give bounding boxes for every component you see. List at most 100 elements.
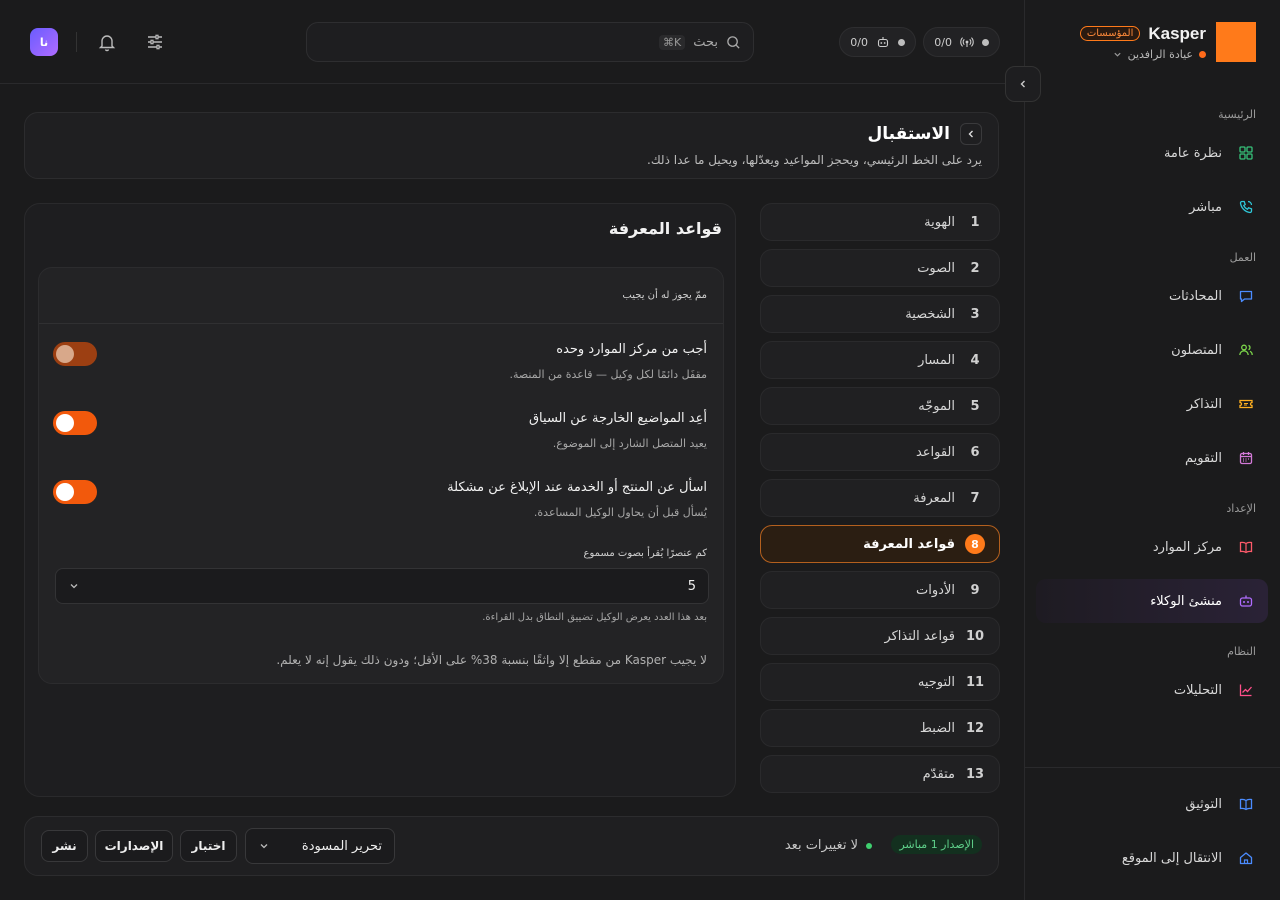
wizard-step[interactable]: 13 متقدّم bbox=[760, 755, 1000, 793]
confidence-note: لا يجيب Kasper من مقطع إلا واثقًا بنسبة … bbox=[276, 653, 707, 667]
sidebar-nav: الرئيسية نظرة عامة مباشر العمل المحادثات… bbox=[1036, 96, 1268, 722]
divider bbox=[76, 32, 77, 52]
wizard-step[interactable]: 4 المسار bbox=[760, 341, 1000, 379]
step-label: القواعد bbox=[915, 444, 955, 460]
wizard-step[interactable]: 10 قواعد التذاكر bbox=[760, 617, 1000, 655]
chevron-down-icon bbox=[1113, 50, 1122, 59]
workspace-switcher[interactable]: عيادة الرافدين bbox=[1080, 48, 1206, 61]
items-read-aloud-select[interactable]: 5 bbox=[55, 568, 709, 604]
wizard-step[interactable]: 1 الهوية bbox=[760, 203, 1000, 241]
step-number: 10 bbox=[965, 628, 985, 644]
sidebar-item[interactable]: منشئ الوكلاء bbox=[1036, 579, 1268, 623]
calendar-icon bbox=[1236, 448, 1256, 468]
version-badge: الإصدار 1 مباشر bbox=[891, 835, 982, 854]
sidebar: Kasper المؤسسات عيادة الرافدين الرئيسية … bbox=[1024, 0, 1280, 900]
bots-pill[interactable]: 0/0 bbox=[839, 27, 916, 57]
agent-header: الاستقبال يرد على الخط الرئيسي، ويحجز ال… bbox=[24, 112, 999, 179]
bots-count: 0/0 bbox=[850, 35, 868, 49]
status-dot bbox=[866, 842, 872, 849]
search-shortcut: ⌘K bbox=[659, 34, 686, 50]
versions-button[interactable]: الإصدارات bbox=[95, 830, 173, 862]
test-button[interactable]: اختبار bbox=[180, 830, 237, 862]
step-label: الأدوات bbox=[916, 582, 955, 598]
status-dot bbox=[982, 38, 989, 46]
wizard-step[interactable]: 7 المعرفة bbox=[760, 479, 1000, 517]
back-button[interactable] bbox=[960, 123, 982, 145]
wizard-step[interactable]: 12 الضبط bbox=[760, 709, 1000, 747]
chevron-left-icon bbox=[1020, 80, 1025, 88]
home-icon bbox=[1236, 848, 1256, 868]
resource-center-only-toggle[interactable] bbox=[53, 342, 97, 366]
topbar: 0/0 0/0 بحث ⌘K نا bbox=[0, 0, 1024, 84]
step-label: الهوية bbox=[924, 214, 955, 230]
step-label: الصوت bbox=[917, 260, 955, 276]
wizard-step[interactable]: 8 قواعد المعرفة bbox=[760, 525, 1000, 563]
workspace-status-dot bbox=[1199, 50, 1206, 58]
sidebar-item-label: التذاكر bbox=[1186, 396, 1222, 412]
option-title: أعِد المواضيع الخارجة عن السياق bbox=[528, 411, 707, 426]
sidebar-item[interactable]: مركز الموارد bbox=[1036, 525, 1268, 569]
live-calls-count: 0/0 bbox=[934, 35, 952, 49]
step-number: 1 bbox=[970, 214, 980, 230]
mode-dropdown[interactable]: تحرير المسودة bbox=[245, 828, 395, 864]
sidebar-item-label: المتصلون bbox=[1171, 342, 1222, 358]
wizard-step[interactable]: 9 الأدوات bbox=[760, 571, 1000, 609]
page-subtitle: يرد على الخط الرئيسي، ويحجز المواعيد ويع… bbox=[647, 153, 982, 167]
option-title: اسأل عن المنتج أو الخدمة عند الإبلاغ عن … bbox=[447, 480, 707, 495]
workspace-name: عيادة الرافدين bbox=[1127, 47, 1193, 61]
sidebar-item[interactable]: نظرة عامة bbox=[1036, 131, 1268, 175]
grid-icon bbox=[1236, 143, 1256, 163]
step-label: الموجّه bbox=[918, 398, 955, 414]
chat-icon bbox=[1236, 286, 1256, 306]
wizard-step[interactable]: 3 الشخصية bbox=[760, 295, 1000, 333]
search-icon bbox=[726, 35, 741, 50]
sidebar-item-label: التقويم bbox=[1184, 450, 1222, 466]
chevron-down-icon bbox=[258, 840, 270, 852]
sidebar-item[interactable]: مباشر bbox=[1036, 185, 1268, 229]
book-icon bbox=[1236, 537, 1256, 557]
step-label: قواعد المعرفة bbox=[863, 536, 955, 552]
step-number: 5 bbox=[970, 398, 980, 414]
panel-title: قواعد المعرفة bbox=[608, 219, 722, 238]
step-label: المعرفة bbox=[913, 490, 955, 506]
redirect-offtopic-toggle[interactable] bbox=[53, 411, 97, 435]
step-label: متقدّم bbox=[922, 766, 955, 782]
step-label: الشخصية bbox=[905, 306, 955, 322]
step-number: 7 bbox=[970, 490, 980, 506]
wizard-step[interactable]: 6 القواعد bbox=[760, 433, 1000, 471]
ask-product-toggle[interactable] bbox=[53, 480, 97, 504]
avatar[interactable]: نا bbox=[30, 28, 58, 56]
page-title: الاستقبال bbox=[867, 124, 950, 144]
wizard-step[interactable]: 5 الموجّه bbox=[760, 387, 1000, 425]
wizard-step[interactable]: 11 التوجيه bbox=[760, 663, 1000, 701]
collapse-sidebar-button[interactable] bbox=[1005, 66, 1041, 102]
ticket-icon bbox=[1236, 394, 1256, 414]
wizard-step[interactable]: 2 الصوت bbox=[760, 249, 1000, 287]
sidebar-item[interactable]: المتصلون bbox=[1036, 328, 1268, 372]
option-row: اسأل عن المنتج أو الخدمة عند الإبلاغ عن … bbox=[53, 480, 707, 530]
brand[interactable]: Kasper المؤسسات عيادة الرافدين bbox=[1079, 22, 1256, 62]
step-number: 13 bbox=[965, 766, 985, 782]
live-calls-pill[interactable]: 0/0 bbox=[923, 27, 1000, 57]
sidebar-item[interactable]: التحليلات bbox=[1036, 668, 1268, 712]
sidebar-item-label: منشئ الوكلاء bbox=[1150, 593, 1222, 609]
publish-button[interactable]: نشر bbox=[41, 830, 88, 862]
step-number: 2 bbox=[970, 260, 980, 276]
phone-icon bbox=[1236, 197, 1256, 217]
search-input[interactable]: بحث ⌘K bbox=[306, 22, 754, 62]
sidebar-item[interactable]: التذاكر bbox=[1036, 382, 1268, 426]
sidebar-item[interactable]: المحادثات bbox=[1036, 274, 1268, 318]
search-placeholder: بحث bbox=[693, 34, 718, 50]
sidebar-item[interactable]: التقويم bbox=[1036, 436, 1268, 480]
step-label: التوجيه bbox=[917, 674, 955, 690]
change-status-text: لا تغييرات بعد bbox=[784, 838, 858, 853]
sidebar-item[interactable]: التوثيق bbox=[1036, 782, 1268, 826]
chevron-down-icon bbox=[68, 580, 80, 592]
publish-bar: الإصدار 1 مباشر لا تغييرات بعد تحرير الم… bbox=[24, 816, 999, 876]
step-label: المسار bbox=[918, 352, 955, 368]
bell-icon[interactable] bbox=[95, 30, 119, 54]
option-description: يعيد المتصل الشارد إلى الموضوع. bbox=[552, 437, 707, 450]
sidebar-item[interactable]: الانتقال إلى الموقع bbox=[1036, 836, 1268, 880]
option-row: أعِد المواضيع الخارجة عن السياق يعيد الم… bbox=[53, 411, 707, 461]
filters-icon[interactable] bbox=[143, 30, 167, 54]
